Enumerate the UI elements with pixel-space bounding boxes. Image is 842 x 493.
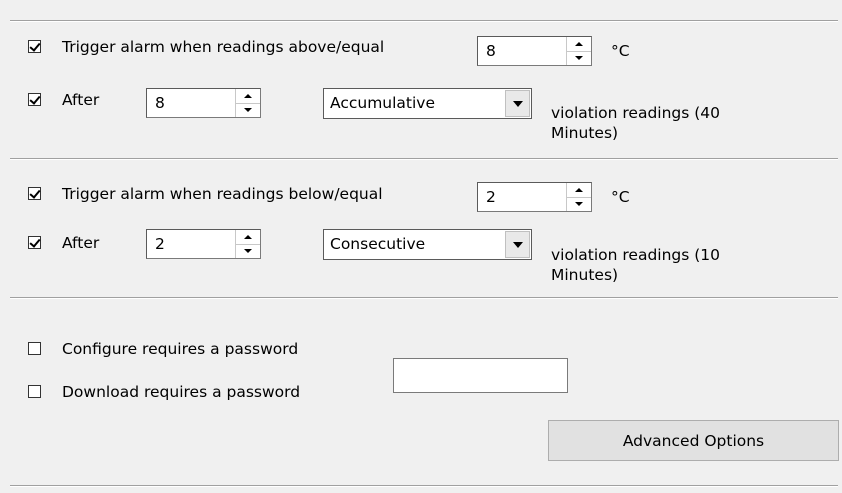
high-after-label: After — [62, 91, 100, 109]
low-after-label: After — [62, 234, 100, 252]
section-divider — [10, 297, 838, 299]
high-after-checkbox[interactable] — [28, 93, 41, 106]
high-after-stepper[interactable]: 8 — [146, 88, 261, 118]
low-alarm-label: Trigger alarm when readings below/equal — [62, 185, 383, 203]
low-violation-text-line1: violation readings (10 — [551, 246, 721, 264]
high-alarm-checkbox[interactable] — [28, 40, 41, 53]
high-threshold-value: 8 — [486, 42, 496, 60]
download-password-checkbox[interactable] — [28, 385, 41, 398]
spin-up-icon[interactable] — [567, 183, 591, 198]
low-after-stepper[interactable]: 2 — [146, 229, 261, 259]
section-divider — [10, 158, 838, 160]
spin-down-icon[interactable] — [236, 103, 260, 117]
spin-up-icon[interactable] — [236, 89, 260, 104]
low-violation-text-line2: Minutes) — [551, 266, 619, 284]
spin-up-icon[interactable] — [567, 37, 591, 52]
chevron-down-icon[interactable] — [505, 231, 530, 258]
password-input[interactable] — [393, 358, 568, 393]
low-alarm-checkbox[interactable] — [28, 187, 41, 200]
spin-down-icon[interactable] — [567, 197, 591, 211]
low-mode-select[interactable]: Consecutive — [323, 229, 532, 260]
high-alarm-label: Trigger alarm when readings above/equal — [62, 38, 385, 56]
low-after-checkbox[interactable] — [28, 236, 41, 249]
chevron-down-icon[interactable] — [505, 90, 530, 117]
high-after-value: 8 — [155, 94, 165, 112]
configure-password-checkbox[interactable] — [28, 342, 41, 355]
spin-up-icon[interactable] — [236, 230, 260, 245]
top-divider — [10, 20, 838, 22]
bottom-divider — [10, 485, 838, 487]
high-violation-text-line2: Minutes) — [551, 124, 619, 142]
high-violation-text-line1: violation readings (40 — [551, 104, 721, 122]
low-unit-label: °C — [611, 188, 630, 206]
low-after-value: 2 — [155, 235, 165, 253]
spin-down-icon[interactable] — [236, 244, 260, 258]
download-password-label: Download requires a password — [62, 383, 301, 401]
low-threshold-value: 2 — [486, 188, 496, 206]
high-mode-select[interactable]: Accumulative — [323, 88, 532, 119]
advanced-options-button[interactable]: Advanced Options — [548, 420, 839, 461]
low-mode-value: Consecutive — [330, 235, 426, 253]
spin-down-icon[interactable] — [567, 51, 591, 65]
high-unit-label: °C — [611, 42, 630, 60]
high-mode-value: Accumulative — [330, 94, 436, 112]
high-threshold-stepper[interactable]: 8 — [477, 36, 592, 66]
low-threshold-stepper[interactable]: 2 — [477, 182, 592, 212]
configure-password-label: Configure requires a password — [62, 340, 299, 358]
